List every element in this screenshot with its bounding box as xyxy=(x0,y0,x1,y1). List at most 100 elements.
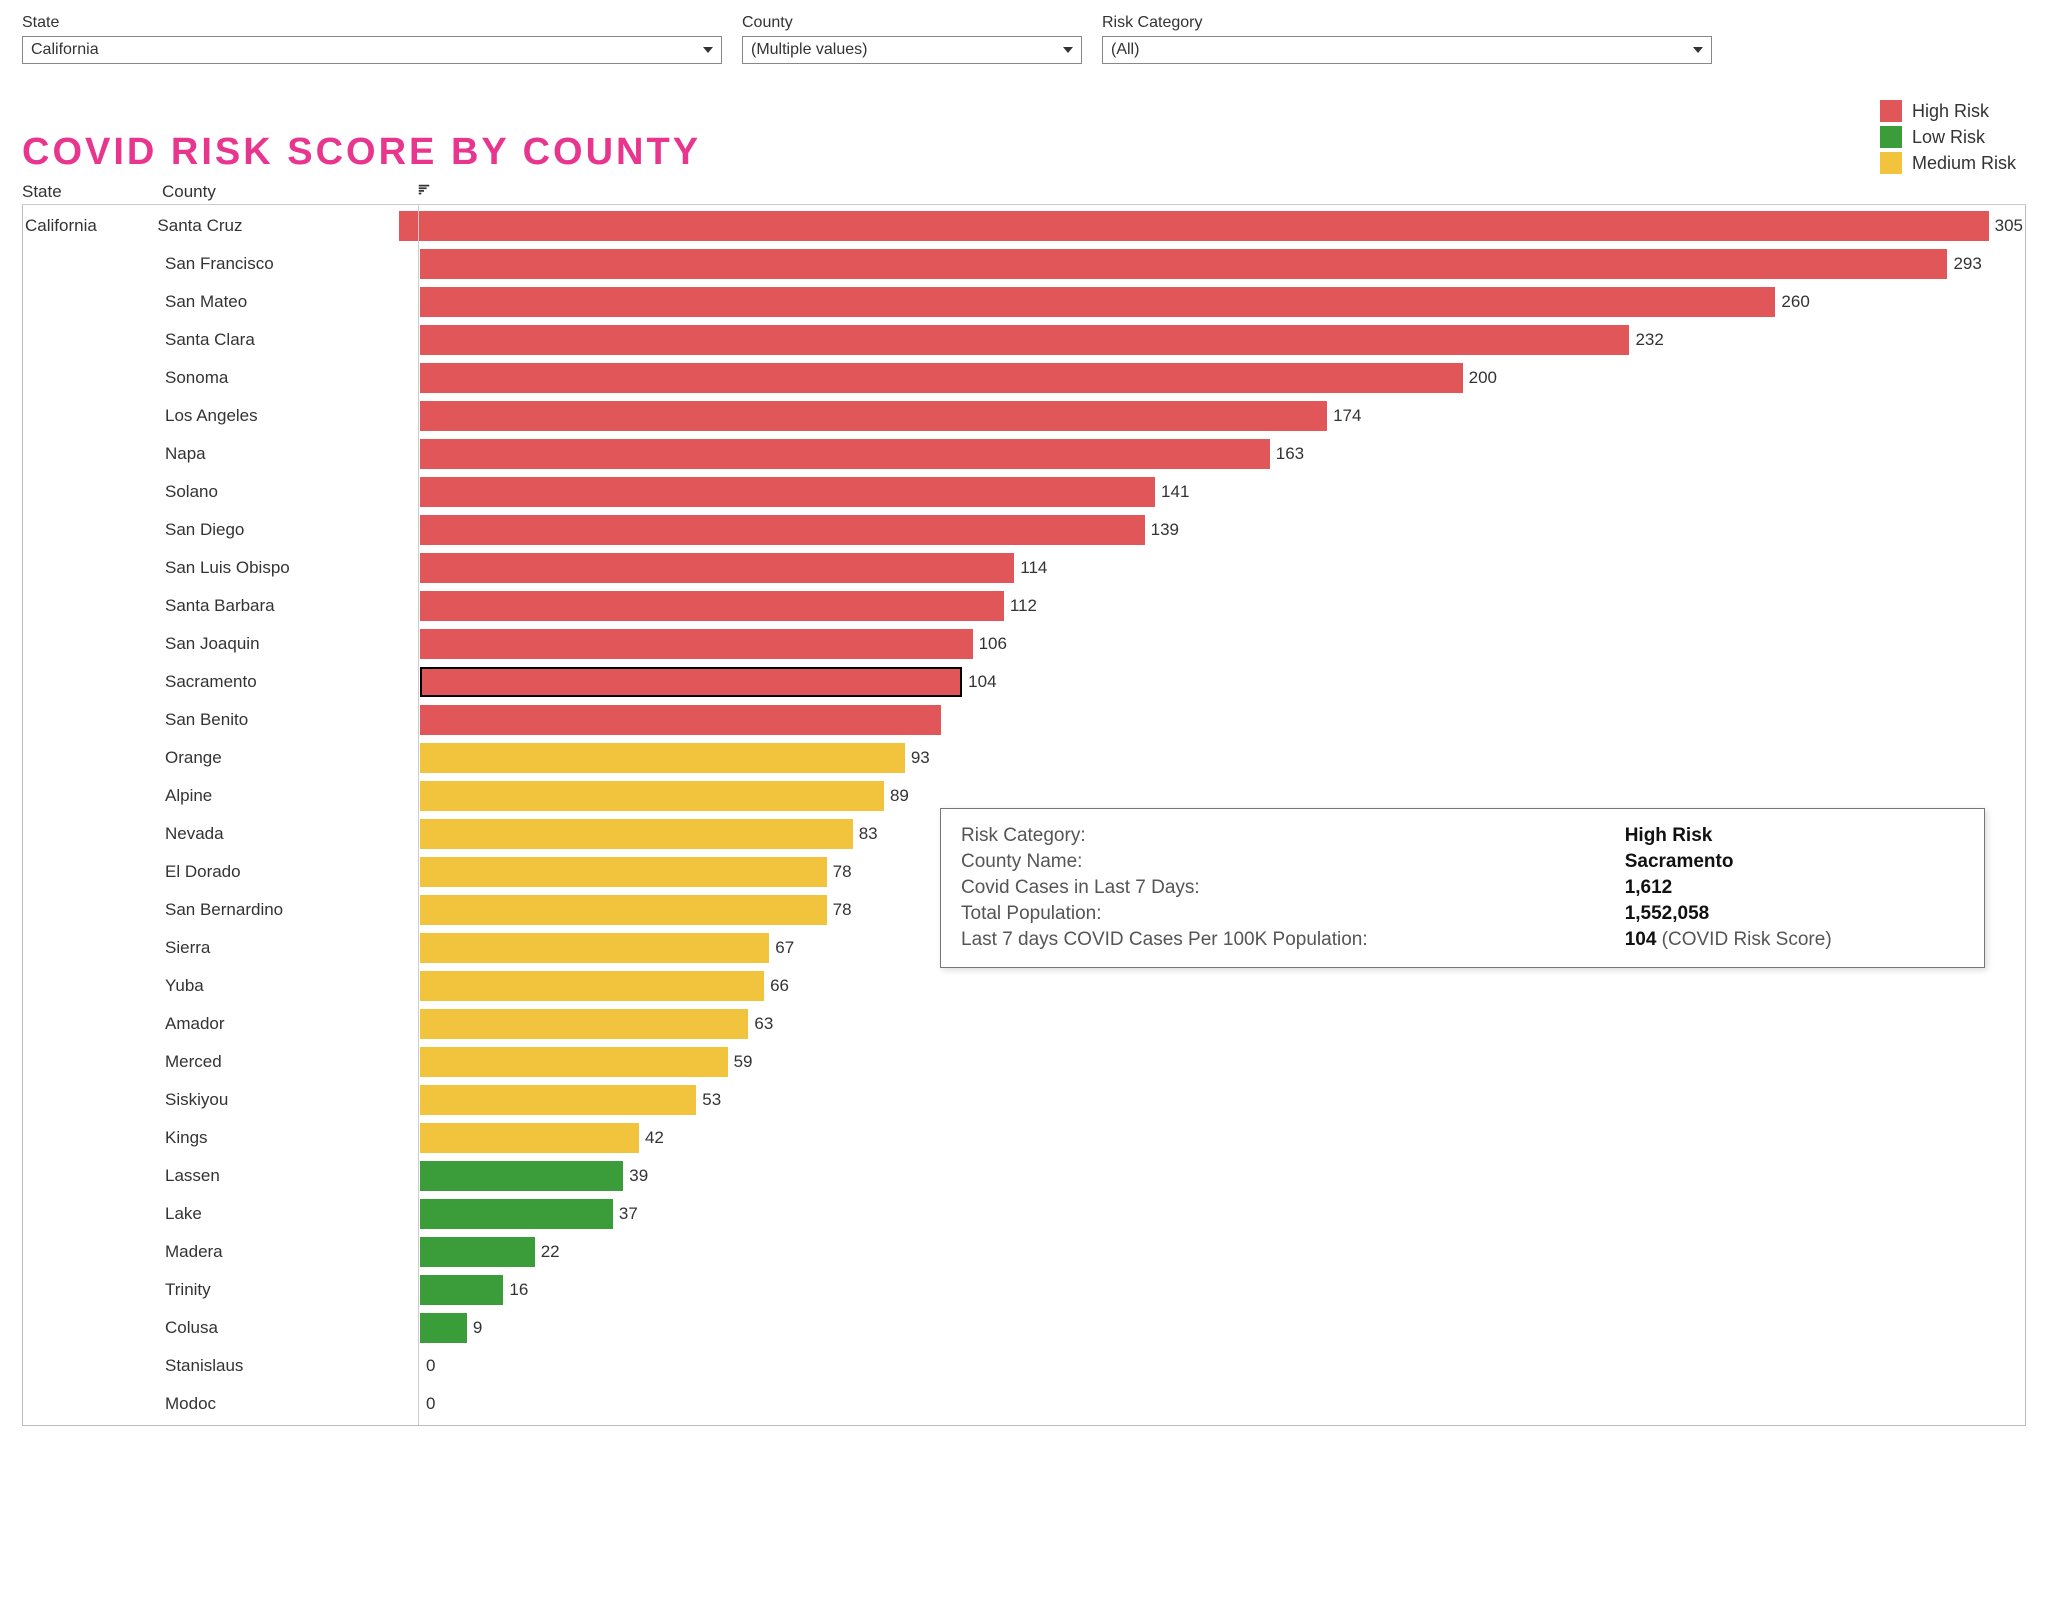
bar-cell: 200 xyxy=(420,363,2023,393)
county-cell[interactable]: Merced xyxy=(165,1052,420,1072)
county-cell[interactable]: Santa Clara xyxy=(165,330,420,350)
county-cell[interactable]: Amador xyxy=(165,1014,420,1034)
table-row: Sacramento104 xyxy=(25,663,2023,701)
county-cell[interactable]: Lake xyxy=(165,1204,420,1224)
bar[interactable] xyxy=(420,1199,613,1229)
bar[interactable] xyxy=(420,1275,503,1305)
county-cell[interactable]: San Joaquin xyxy=(165,634,420,654)
bar-cell: 139 xyxy=(420,515,2023,545)
bar-cell: 39 xyxy=(420,1161,2023,1191)
bar-cell: 106 xyxy=(420,629,2023,659)
county-cell[interactable]: San Bernardino xyxy=(165,900,420,920)
county-cell[interactable]: Modoc xyxy=(165,1394,420,1414)
table-row: Madera22 xyxy=(25,1233,2023,1271)
county-cell[interactable]: Santa Barbara xyxy=(165,596,420,616)
tooltip: Risk Category:High RiskCounty Name:Sacra… xyxy=(940,808,1985,968)
county-cell[interactable]: Sonoma xyxy=(165,368,420,388)
bar-value-label: 53 xyxy=(702,1090,721,1110)
bar[interactable] xyxy=(420,667,962,697)
bar[interactable] xyxy=(420,743,905,773)
county-cell[interactable]: Orange xyxy=(165,748,420,768)
bar[interactable] xyxy=(420,1009,748,1039)
county-cell[interactable]: Sacramento xyxy=(165,672,420,692)
county-cell[interactable]: Alpine xyxy=(165,786,420,806)
bar[interactable] xyxy=(420,895,827,925)
county-cell[interactable]: Yuba xyxy=(165,976,420,996)
table-row: Yuba66 xyxy=(25,967,2023,1005)
legend-item-high[interactable]: High Risk xyxy=(1880,100,2016,122)
table-row: San Francisco293 xyxy=(25,245,2023,283)
bar[interactable] xyxy=(420,971,764,1001)
county-cell[interactable]: San Benito xyxy=(165,710,420,730)
county-select[interactable]: (Multiple values) xyxy=(742,36,1082,64)
county-cell[interactable]: Siskiyou xyxy=(165,1090,420,1110)
bar-value-label: 0 xyxy=(426,1356,435,1376)
county-cell[interactable]: Los Angeles xyxy=(165,406,420,426)
county-cell[interactable]: Solano xyxy=(165,482,420,502)
column-header-state[interactable]: State xyxy=(22,182,162,202)
table-row: Santa Clara232 xyxy=(25,321,2023,359)
county-cell[interactable]: El Dorado xyxy=(165,862,420,882)
bar[interactable] xyxy=(420,857,827,887)
county-cell[interactable]: Napa xyxy=(165,444,420,464)
bar[interactable] xyxy=(420,363,1463,393)
bar[interactable] xyxy=(420,287,1775,317)
county-cell[interactable]: Santa Cruz xyxy=(157,216,398,236)
county-cell[interactable]: San Luis Obispo xyxy=(165,558,420,578)
table-row: San Mateo260 xyxy=(25,283,2023,321)
table-row: Colusa9 xyxy=(25,1309,2023,1347)
bar-value-label: 114 xyxy=(1020,558,1047,578)
bar[interactable] xyxy=(420,1123,639,1153)
legend-swatch-high xyxy=(1880,100,1902,122)
county-cell[interactable]: Trinity xyxy=(165,1280,420,1300)
legend-item-medium[interactable]: Medium Risk xyxy=(1880,152,2016,174)
bar[interactable] xyxy=(420,705,941,735)
state-select[interactable]: California xyxy=(22,36,722,64)
risk-filter-group: Risk Category (All) xyxy=(1102,14,1712,64)
county-cell[interactable]: Nevada xyxy=(165,824,420,844)
table-row: San Joaquin106 xyxy=(25,625,2023,663)
bar[interactable] xyxy=(420,1085,696,1115)
bar[interactable] xyxy=(420,781,884,811)
bar[interactable] xyxy=(420,1047,728,1077)
county-cell[interactable]: Kings xyxy=(165,1128,420,1148)
county-cell[interactable]: San Francisco xyxy=(165,254,420,274)
county-cell[interactable]: San Mateo xyxy=(165,292,420,312)
sort-desc-icon[interactable] xyxy=(417,182,431,202)
legend-label: Medium Risk xyxy=(1912,153,2016,174)
bar[interactable] xyxy=(420,515,1145,545)
bar[interactable] xyxy=(399,211,1989,241)
bar[interactable] xyxy=(420,401,1327,431)
county-cell[interactable]: Colusa xyxy=(165,1318,420,1338)
bar-cell: 59 xyxy=(420,1047,2023,1077)
bar[interactable] xyxy=(420,249,1947,279)
county-cell[interactable]: Madera xyxy=(165,1242,420,1262)
bar[interactable] xyxy=(420,1237,535,1267)
caret-down-icon xyxy=(703,47,713,53)
column-header-county[interactable]: County xyxy=(162,182,417,202)
county-cell[interactable]: Lassen xyxy=(165,1166,420,1186)
bar-value-label: 78 xyxy=(833,862,852,882)
bar-cell: 104 xyxy=(420,667,2023,697)
bar[interactable] xyxy=(420,591,1004,621)
bar-value-label: 0 xyxy=(426,1394,435,1414)
bar-value-label: 83 xyxy=(859,824,878,844)
risk-filter-label: Risk Category xyxy=(1102,14,1712,32)
county-cell[interactable]: San Diego xyxy=(165,520,420,540)
bar[interactable] xyxy=(420,325,1629,355)
county-cell[interactable]: Sierra xyxy=(165,938,420,958)
bar[interactable] xyxy=(420,1313,467,1343)
bar-value-label: 174 xyxy=(1333,406,1361,426)
bar[interactable] xyxy=(420,439,1270,469)
bar-value-label: 67 xyxy=(775,938,794,958)
table-row: San Luis Obispo 114 xyxy=(25,549,2023,587)
legend-item-low[interactable]: Low Risk xyxy=(1880,126,2016,148)
bar[interactable] xyxy=(420,477,1155,507)
bar[interactable] xyxy=(420,933,769,963)
bar[interactable] xyxy=(420,819,853,849)
bar[interactable] xyxy=(420,553,1014,583)
county-cell[interactable]: Stanislaus xyxy=(165,1356,420,1376)
bar[interactable] xyxy=(420,1161,623,1191)
risk-select[interactable]: (All) xyxy=(1102,36,1712,64)
bar[interactable] xyxy=(420,629,973,659)
